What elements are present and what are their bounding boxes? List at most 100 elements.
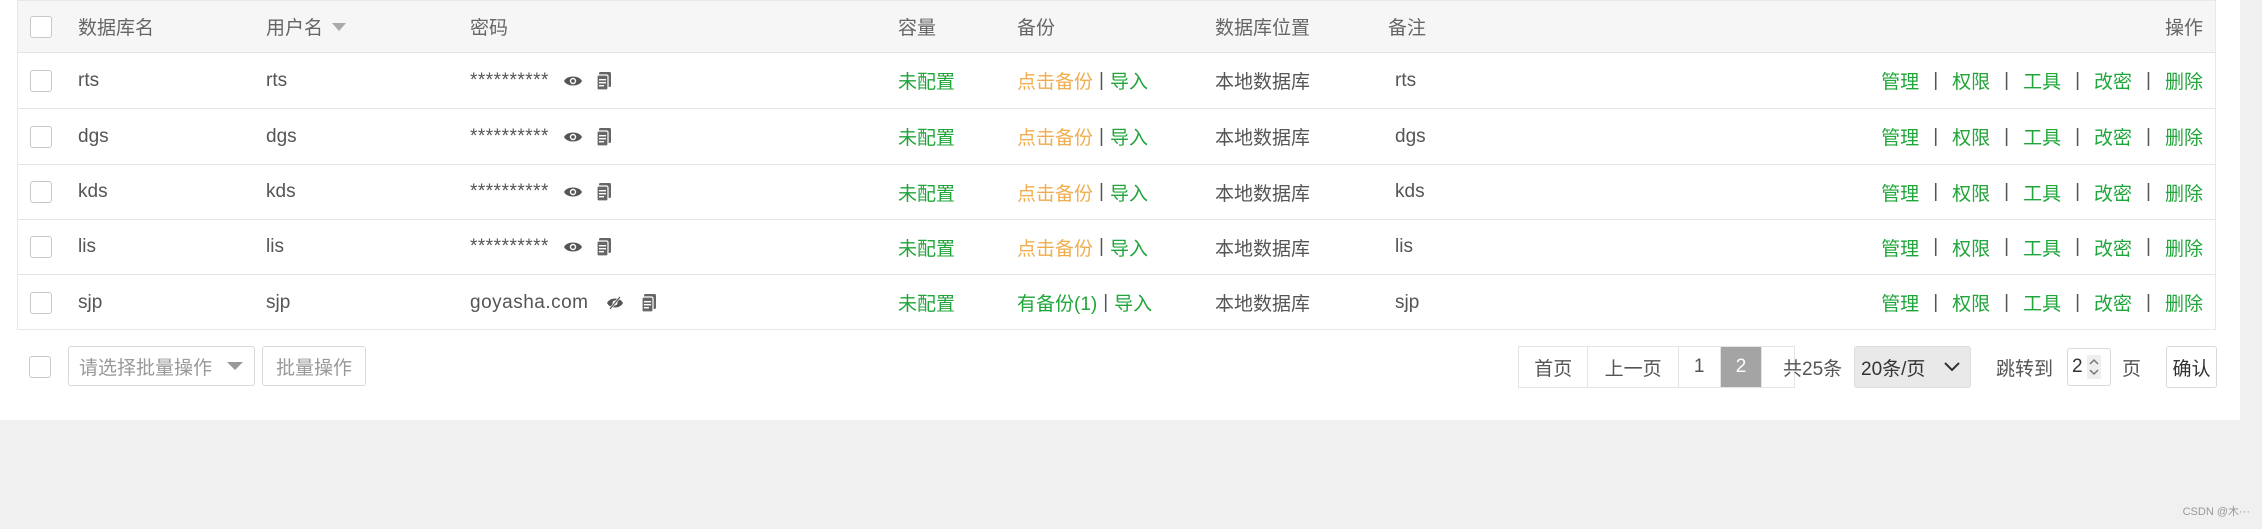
stepper-icon[interactable] bbox=[2086, 355, 2101, 379]
change-password-link[interactable]: 改密 bbox=[2094, 179, 2132, 206]
separator: | bbox=[1103, 291, 1109, 313]
row-checkbox[interactable] bbox=[30, 125, 52, 148]
backup-cell: 有备份(1) | 导入 bbox=[1017, 275, 1152, 330]
permission-link[interactable]: 权限 bbox=[1952, 234, 1990, 261]
page-prev[interactable]: 上一页 bbox=[1588, 347, 1679, 387]
tools-link[interactable]: 工具 bbox=[2023, 179, 2061, 206]
separator: | bbox=[2075, 181, 2081, 202]
delete-link[interactable]: 删除 bbox=[2165, 67, 2203, 94]
permission-link[interactable]: 权限 bbox=[1952, 123, 1990, 150]
database-panel: 数据库名 用户名 密码 容量 备份 数据库位置 备注 操作 rts rts **… bbox=[0, 0, 2240, 420]
manage-link[interactable]: 管理 bbox=[1881, 123, 1919, 150]
manage-link[interactable]: 管理 bbox=[1881, 234, 1919, 261]
backup-link[interactable]: 点击备份 bbox=[1017, 234, 1093, 261]
capacity-link[interactable]: 未配置 bbox=[898, 220, 955, 274]
eye-icon[interactable] bbox=[563, 130, 583, 144]
table-header: 数据库名 用户名 密码 容量 备份 数据库位置 备注 操作 bbox=[18, 1, 2215, 53]
sort-down-icon bbox=[332, 22, 347, 31]
import-link[interactable]: 导入 bbox=[1110, 179, 1148, 206]
separator: | bbox=[2004, 291, 2010, 313]
permission-link[interactable]: 权限 bbox=[1952, 289, 1990, 316]
import-link[interactable]: 导入 bbox=[1110, 67, 1148, 94]
import-link[interactable]: 导入 bbox=[1110, 234, 1148, 261]
row-checkbox[interactable] bbox=[30, 236, 52, 258]
change-password-link[interactable]: 改密 bbox=[2094, 289, 2132, 316]
separator: | bbox=[2004, 236, 2010, 257]
manage-link[interactable]: 管理 bbox=[1881, 179, 1919, 206]
col-user[interactable]: 用户名 bbox=[266, 1, 347, 52]
db-password-cell: ********** bbox=[470, 165, 612, 219]
import-link[interactable]: 导入 bbox=[1114, 289, 1152, 316]
row-checkbox[interactable] bbox=[30, 69, 52, 92]
capacity-link[interactable]: 未配置 bbox=[898, 275, 955, 330]
eye-icon[interactable] bbox=[563, 74, 583, 88]
db-user: sjp bbox=[266, 291, 291, 313]
delete-link[interactable]: 删除 bbox=[2165, 123, 2203, 150]
watermark: CSDN @木··· bbox=[2182, 506, 2250, 518]
change-password-link[interactable]: 改密 bbox=[2094, 234, 2132, 261]
col-name[interactable]: 数据库名 bbox=[78, 1, 154, 52]
batch-select[interactable]: 请选择批量操作 bbox=[68, 346, 255, 386]
delete-link[interactable]: 删除 bbox=[2165, 289, 2203, 316]
total-count: 共25条 bbox=[1783, 358, 1843, 380]
tools-link[interactable]: 工具 bbox=[2023, 234, 2061, 261]
jump-input[interactable]: 2 bbox=[2067, 348, 2111, 386]
manage-link[interactable]: 管理 bbox=[1881, 67, 1919, 94]
capacity-link[interactable]: 未配置 bbox=[898, 53, 955, 108]
change-password-link[interactable]: 改密 bbox=[2094, 67, 2132, 94]
jump-label: 跳转到 bbox=[1996, 358, 2054, 380]
change-password-link[interactable]: 改密 bbox=[2094, 123, 2132, 150]
db-user: rts bbox=[266, 69, 288, 91]
manage-link[interactable]: 管理 bbox=[1881, 289, 1919, 316]
separator: | bbox=[2075, 69, 2081, 91]
capacity-link[interactable]: 未配置 bbox=[898, 165, 955, 219]
page-first[interactable]: 首页 bbox=[1519, 347, 1589, 387]
col-remark: 备注 bbox=[1388, 18, 1427, 39]
row-checkbox[interactable] bbox=[30, 291, 52, 314]
copy-icon[interactable] bbox=[596, 182, 612, 202]
per-page-select[interactable]: 20条/页 bbox=[1854, 346, 1971, 388]
copy-icon[interactable] bbox=[596, 71, 612, 91]
db-user: lis bbox=[266, 236, 284, 257]
col-location: 数据库位置 bbox=[1215, 18, 1311, 39]
db-password: ********** bbox=[470, 69, 549, 91]
separator: | bbox=[2146, 291, 2151, 313]
page-2[interactable]: 2 bbox=[1720, 347, 1763, 387]
select-all-checkbox[interactable] bbox=[30, 15, 52, 38]
separator: | bbox=[2075, 125, 2081, 147]
tools-link[interactable]: 工具 bbox=[2023, 289, 2061, 316]
tools-link[interactable]: 工具 bbox=[2023, 67, 2061, 94]
import-link[interactable]: 导入 bbox=[1110, 123, 1148, 150]
tools-link[interactable]: 工具 bbox=[2023, 123, 2061, 150]
footer-select-all-checkbox[interactable] bbox=[29, 356, 51, 378]
row-checkbox-cell bbox=[30, 53, 52, 108]
separator: | bbox=[2004, 125, 2010, 147]
copy-icon[interactable] bbox=[640, 293, 657, 313]
eye-icon[interactable] bbox=[563, 240, 583, 254]
row-checkbox[interactable] bbox=[30, 181, 52, 203]
capacity-link[interactable]: 未配置 bbox=[898, 109, 955, 164]
eye-slash-icon[interactable] bbox=[605, 295, 625, 311]
permission-link[interactable]: 权限 bbox=[1952, 179, 1990, 206]
copy-icon[interactable] bbox=[596, 237, 612, 257]
db-password: ********** bbox=[470, 181, 549, 202]
separator: | bbox=[1933, 125, 1939, 147]
backup-link[interactable]: 点击备份 bbox=[1017, 123, 1093, 150]
permission-link[interactable]: 权限 bbox=[1952, 67, 1990, 94]
col-actions: 操作 bbox=[2164, 18, 2203, 39]
jump-confirm-button[interactable]: 确认 bbox=[2166, 346, 2217, 388]
row-actions: 管理 | 权限 | 工具 | 改密 | 删除 bbox=[1881, 275, 2203, 330]
db-password: ********** bbox=[470, 125, 549, 147]
backup-link[interactable]: 点击备份 bbox=[1017, 179, 1093, 206]
db-remark: lis bbox=[1395, 236, 1413, 257]
backup-link[interactable]: 有备份(1) bbox=[1017, 289, 1097, 316]
batch-action-button[interactable]: 批量操作 bbox=[262, 346, 366, 386]
backup-link[interactable]: 点击备份 bbox=[1017, 67, 1093, 94]
eye-icon[interactable] bbox=[563, 185, 583, 199]
delete-link[interactable]: 删除 bbox=[2165, 234, 2203, 261]
page-1[interactable]: 1 bbox=[1679, 347, 1721, 387]
separator: | bbox=[1099, 236, 1104, 257]
row-actions: 管理 | 权限 | 工具 | 改密 | 删除 bbox=[1881, 109, 2203, 164]
delete-link[interactable]: 删除 bbox=[2165, 179, 2203, 206]
copy-icon[interactable] bbox=[596, 127, 612, 147]
